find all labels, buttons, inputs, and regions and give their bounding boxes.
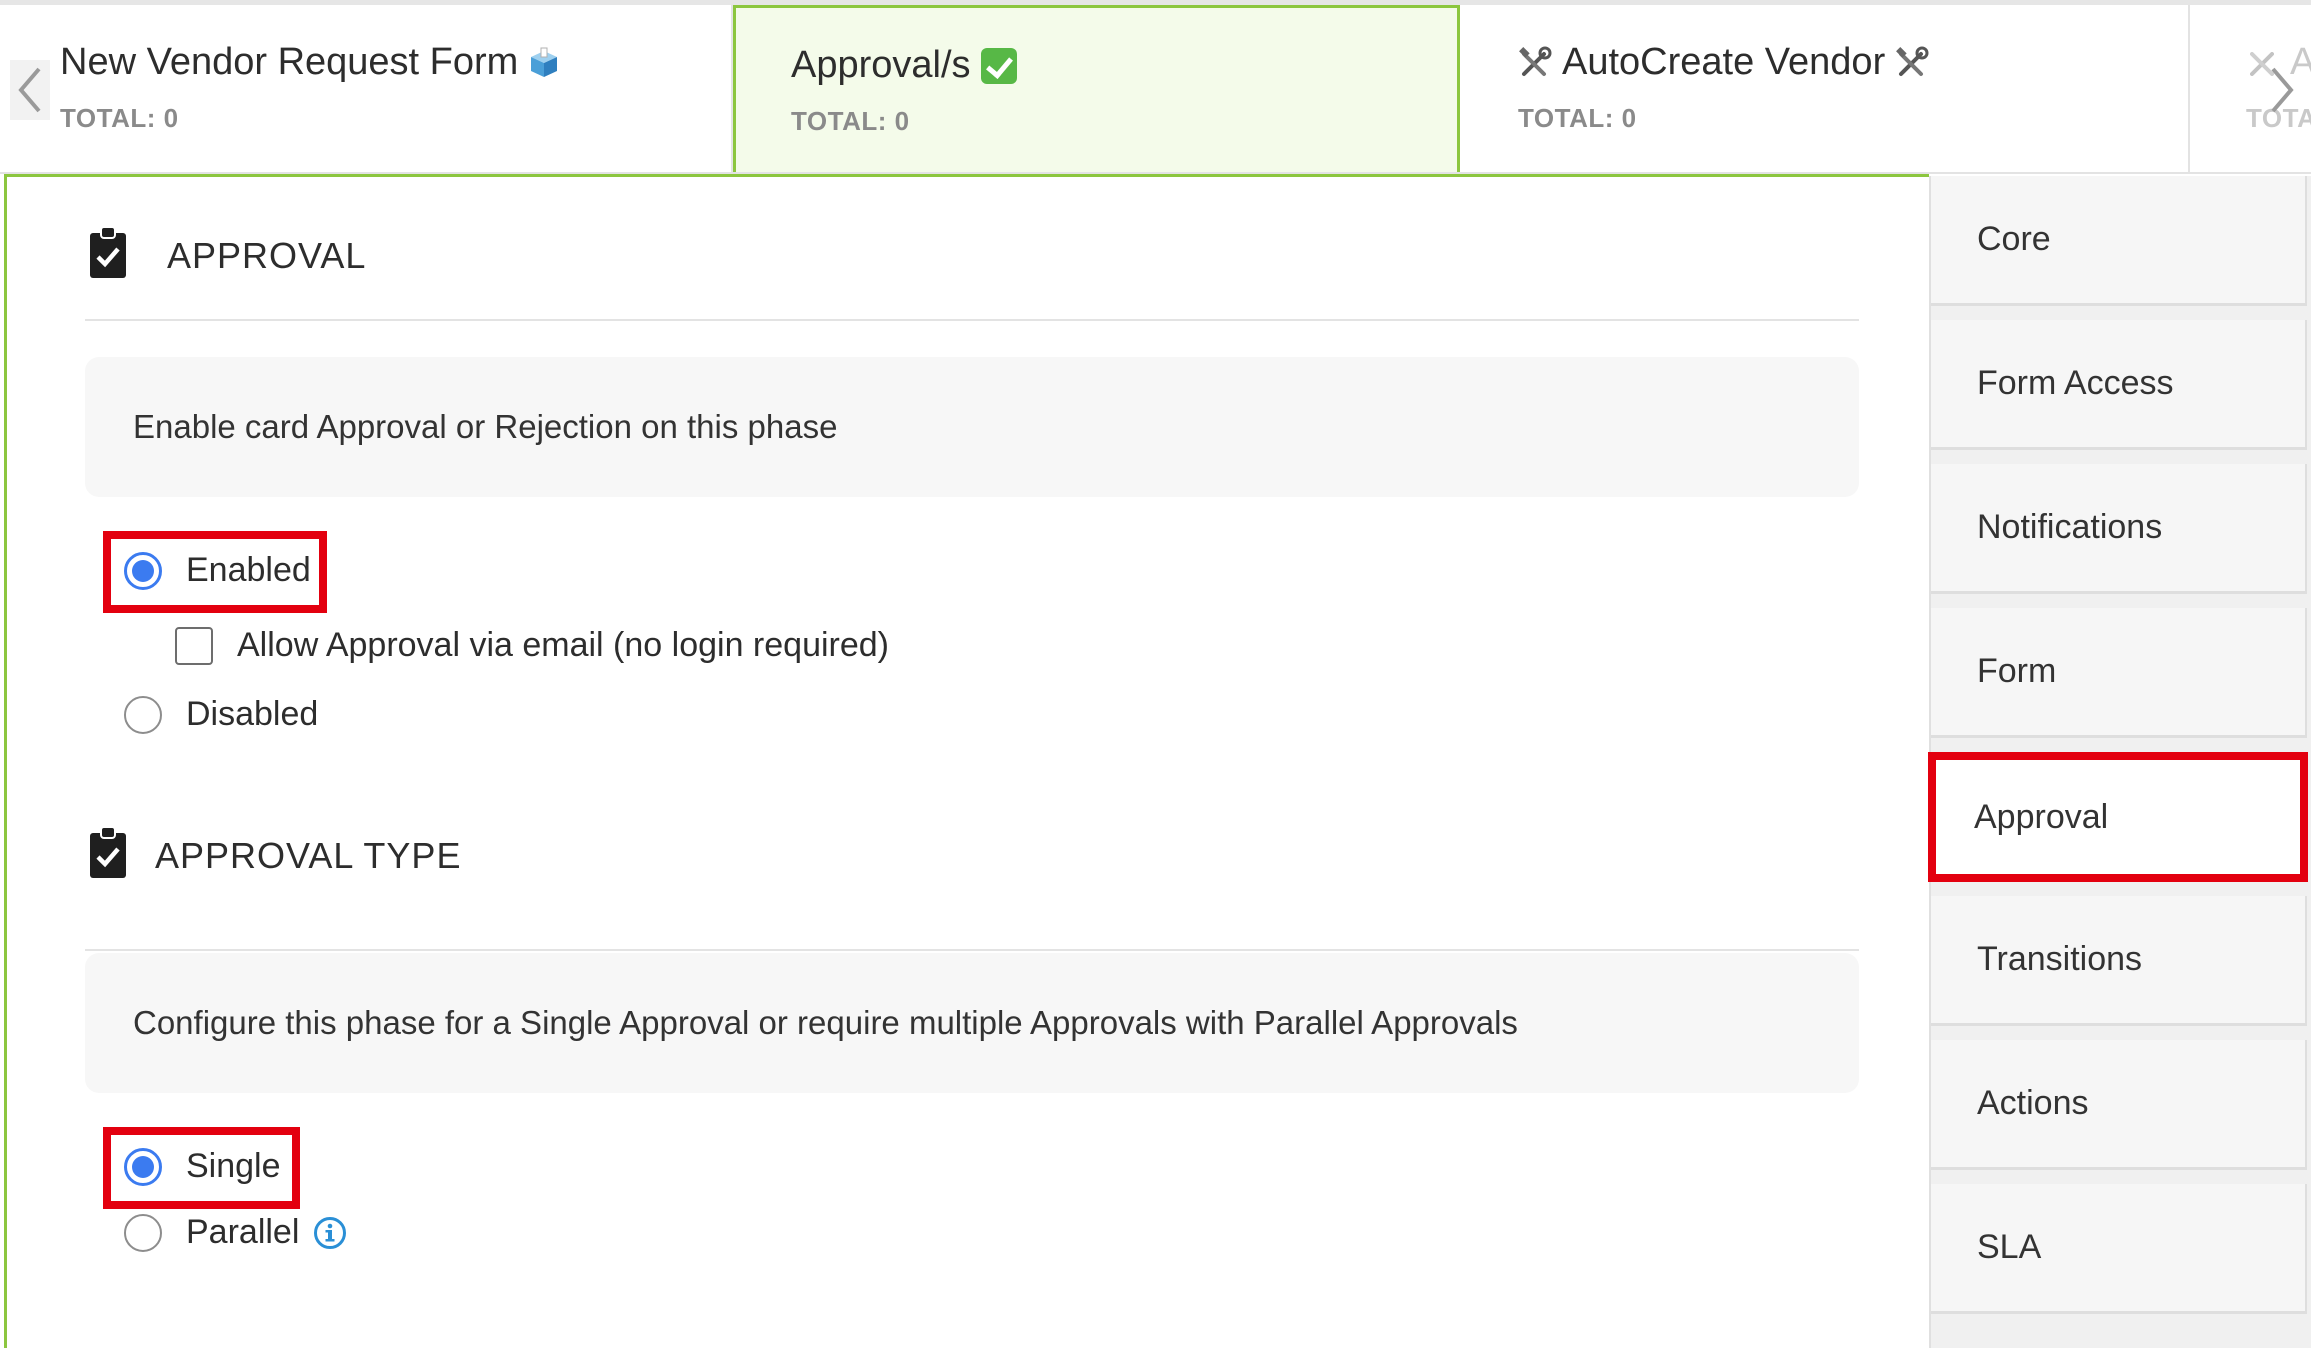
approval-disabled-option[interactable]: Disabled	[124, 695, 318, 734]
approval-type-section-header: APPROVAL TYPE	[85, 807, 1859, 951]
tools-icon	[1896, 46, 1929, 76]
tab-autocreate-vendor[interactable]: AutoCreate Vendor TOTAL: 0	[1460, 5, 2190, 172]
tools-icon	[1519, 46, 1552, 76]
tab-total: TOTAL: 0	[60, 103, 179, 133]
clipboard-check-icon	[90, 227, 126, 278]
phase-tabs: New Vendor Request Form TOTAL: 0 Approva…	[0, 0, 2311, 174]
phase-settings-panel: APPROVAL Enable card Approval or Rejecti…	[4, 174, 1929, 1348]
tab-total: TOTAL: 0	[791, 106, 910, 136]
radio-enabled[interactable]	[124, 551, 162, 590]
ballot-box-icon	[531, 47, 558, 77]
email-approval-checkbox[interactable]	[175, 626, 213, 665]
scroll-right-button[interactable]	[2262, 60, 2302, 120]
approval-description: Enable card Approval or Rejection on thi…	[85, 357, 1859, 497]
radio-single[interactable]	[124, 1147, 162, 1186]
section-title: APPROVAL	[167, 235, 367, 276]
approval-enabled-option[interactable]: Enabled	[124, 551, 311, 590]
tab-approvals[interactable]: Approval/s TOTAL: 0	[733, 5, 1460, 172]
tab-total: TOTAL: 0	[1518, 103, 1637, 133]
sidebar-item-notifications[interactable]: Notifications	[1931, 464, 2307, 594]
tab-title: Approval/s	[791, 44, 971, 86]
chevron-left-icon	[18, 67, 41, 113]
approval-single-option[interactable]: Single	[124, 1147, 281, 1186]
sidebar-item-core[interactable]: Core	[1931, 176, 2307, 306]
sidebar-item-sla[interactable]: SLA	[1931, 1184, 2307, 1314]
info-icon[interactable]	[313, 1216, 347, 1250]
tab-title: AutoCreate Vendor	[1562, 41, 1886, 83]
clipboard-check-icon	[90, 827, 126, 878]
sidebar-item-form[interactable]: Form	[1931, 608, 2307, 738]
email-approval-option[interactable]: Allow Approval via email (no login requi…	[175, 626, 889, 665]
green-check-icon	[980, 47, 1017, 84]
chevron-right-icon	[2271, 67, 2294, 113]
tab-new-vendor-request-form[interactable]: New Vendor Request Form TOTAL: 0	[0, 5, 733, 172]
approval-type-description: Configure this phase for a Single Approv…	[85, 953, 1859, 1093]
sidebar-item-transitions[interactable]: Transitions	[1931, 896, 2307, 1026]
sidebar-item-approval[interactable]: Approval	[1928, 752, 2308, 882]
approval-section-header: APPROVAL	[85, 177, 1859, 321]
radio-disabled[interactable]	[124, 695, 162, 734]
approval-parallel-option[interactable]: Parallel	[124, 1213, 347, 1252]
sidebar-item-form-access[interactable]: Form Access	[1931, 320, 2307, 450]
scroll-left-button[interactable]	[10, 60, 50, 120]
tab-title: New Vendor Request Form	[60, 41, 519, 83]
radio-parallel[interactable]	[124, 1213, 162, 1252]
section-title: APPROVAL TYPE	[155, 835, 462, 876]
settings-sidebar: Core Form Access Notifications Form Appr…	[1928, 176, 2311, 1348]
sidebar-item-actions[interactable]: Actions	[1931, 1040, 2307, 1170]
